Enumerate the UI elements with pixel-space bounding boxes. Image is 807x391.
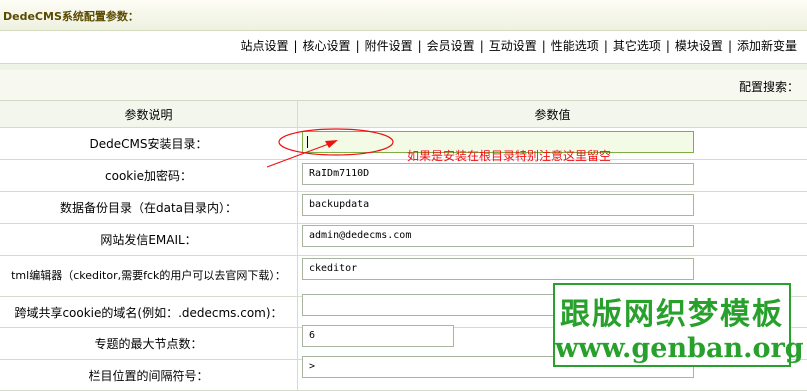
title-bar: DedeCMS系统配置参数： <box>0 0 807 31</box>
nav-separator: | <box>665 39 670 53</box>
row-label: 专题的最大节点数： <box>0 328 298 359</box>
watermark-en: www.genban.org <box>555 333 804 364</box>
max-nodes-input[interactable]: 6 <box>302 325 454 347</box>
email-input[interactable]: admin@dedecms.com <box>302 225 694 247</box>
nav-separator: | <box>541 39 546 53</box>
watermark-cn: 跟版网织梦模板 <box>560 297 784 332</box>
nav-attachment-settings[interactable]: 附件设置 <box>365 39 413 53</box>
page-title: DedeCMS系统配置参数： <box>3 10 139 23</box>
search-row: 配置搜索： <box>0 70 807 101</box>
header-param-value: 参数值 <box>298 101 807 127</box>
row-label: 跨域共享cookie的域名(例如：.dedecms.com)： <box>0 297 298 327</box>
nav-separator: | <box>293 39 298 53</box>
nav-separator: | <box>603 39 608 53</box>
config-search-label[interactable]: 配置搜索： <box>739 78 799 95</box>
nav-add-variable[interactable]: 添加新变量 <box>737 39 797 53</box>
arrow-icon <box>266 140 338 168</box>
nav-module-settings[interactable]: 模块设置 <box>675 39 723 53</box>
row-label: 栏目位置的间隔符号： <box>0 360 298 390</box>
nav-interaction-settings[interactable]: 互动设置 <box>489 39 537 53</box>
row-label: 数据备份目录（在data目录内）： <box>0 192 298 223</box>
nav-separator: | <box>727 39 732 53</box>
row-label: tml编辑器（ckeditor,需要fck的用户可以去官网下载）： <box>0 256 298 296</box>
nav-performance-options[interactable]: 性能选项 <box>551 39 599 53</box>
row-label: 网站发信EMAIL： <box>0 224 298 255</box>
cookie-key-input[interactable]: RaIDm7110D <box>302 163 694 185</box>
watermark-logo: 跟版网织梦模板 www.genban.org <box>553 283 804 367</box>
nav-separator: | <box>417 39 422 53</box>
nav-member-settings[interactable]: 会员设置 <box>427 39 475 53</box>
install-dir-note: 如果是安装在根目录特别注意这里留空 <box>407 149 612 163</box>
nav-other-options[interactable]: 其它选项 <box>613 39 661 53</box>
nav-site-settings[interactable]: 站点设置 <box>240 39 288 53</box>
nav-separator: | <box>355 39 360 53</box>
row-label: cookie加密码： <box>0 160 298 191</box>
header-param-name: 参数说明 <box>0 101 298 127</box>
nav-separator: | <box>479 39 484 53</box>
table-header: 参数说明 参数值 <box>0 101 807 128</box>
editor-input[interactable]: ckeditor <box>302 258 694 280</box>
row-label: DedeCMS安装目录： <box>0 128 298 159</box>
settings-nav: 站点设置 | 核心设置 | 附件设置 | 会员设置 | 互动设置 | 性能选项 | 其它选项 | 模块设置 |… <box>240 37 797 54</box>
backup-dir-input[interactable]: backupdata <box>302 194 694 216</box>
nav-core-settings[interactable]: 核心设置 <box>303 39 351 53</box>
